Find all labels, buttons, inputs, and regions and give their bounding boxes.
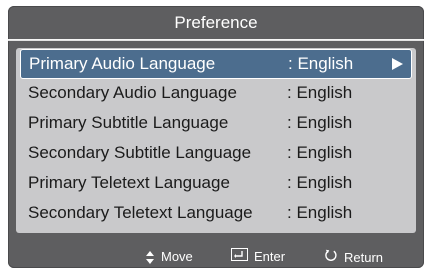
return-hint: Return <box>324 248 383 267</box>
option-value: : English <box>287 143 353 162</box>
option-primary-teletext-language[interactable]: Primary Teletext Language : English <box>20 169 412 199</box>
option-value: : English <box>287 113 353 132</box>
option-value: : English <box>288 54 354 73</box>
preference-menu-screen: Preference Primary Audio Language : Engl… <box>8 6 424 268</box>
option-label: Secondary Subtitle Language <box>28 143 252 162</box>
move-hint: Move <box>146 248 193 266</box>
option-primary-subtitle-language[interactable]: Primary Subtitle Language : English <box>20 109 412 139</box>
return-icon <box>324 248 338 267</box>
language-options-list: Primary Audio Language : English Seconda… <box>16 48 416 233</box>
up-down-arrows-icon <box>146 250 155 264</box>
option-secondary-subtitle-language[interactable]: Secondary Subtitle Language : English <box>20 139 412 169</box>
option-primary-audio-language[interactable]: Primary Audio Language : English <box>20 49 412 79</box>
navigation-hints: Move Enter Return <box>8 246 424 268</box>
option-label: Primary Subtitle Language <box>28 113 229 132</box>
option-value: : English <box>287 203 353 222</box>
option-secondary-audio-language[interactable]: Secondary Audio Language : English <box>20 79 412 109</box>
enter-label: Enter <box>254 249 286 264</box>
option-value: : English <box>287 83 353 102</box>
menu-title: Preference <box>174 13 258 32</box>
option-label: Secondary Teletext Language <box>28 203 253 222</box>
return-label: Return <box>344 249 384 265</box>
option-secondary-teletext-language[interactable]: Secondary Teletext Language : English <box>20 199 412 229</box>
enter-icon <box>231 248 248 266</box>
option-label: Primary Audio Language <box>29 54 216 73</box>
title-divider <box>8 39 424 41</box>
option-value: : English <box>287 173 353 192</box>
arrow-right-icon <box>392 58 403 70</box>
option-label: Secondary Audio Language <box>28 83 237 102</box>
option-label: Primary Teletext Language <box>28 173 230 192</box>
enter-hint: Enter <box>231 248 285 266</box>
move-label: Move <box>161 249 193 264</box>
